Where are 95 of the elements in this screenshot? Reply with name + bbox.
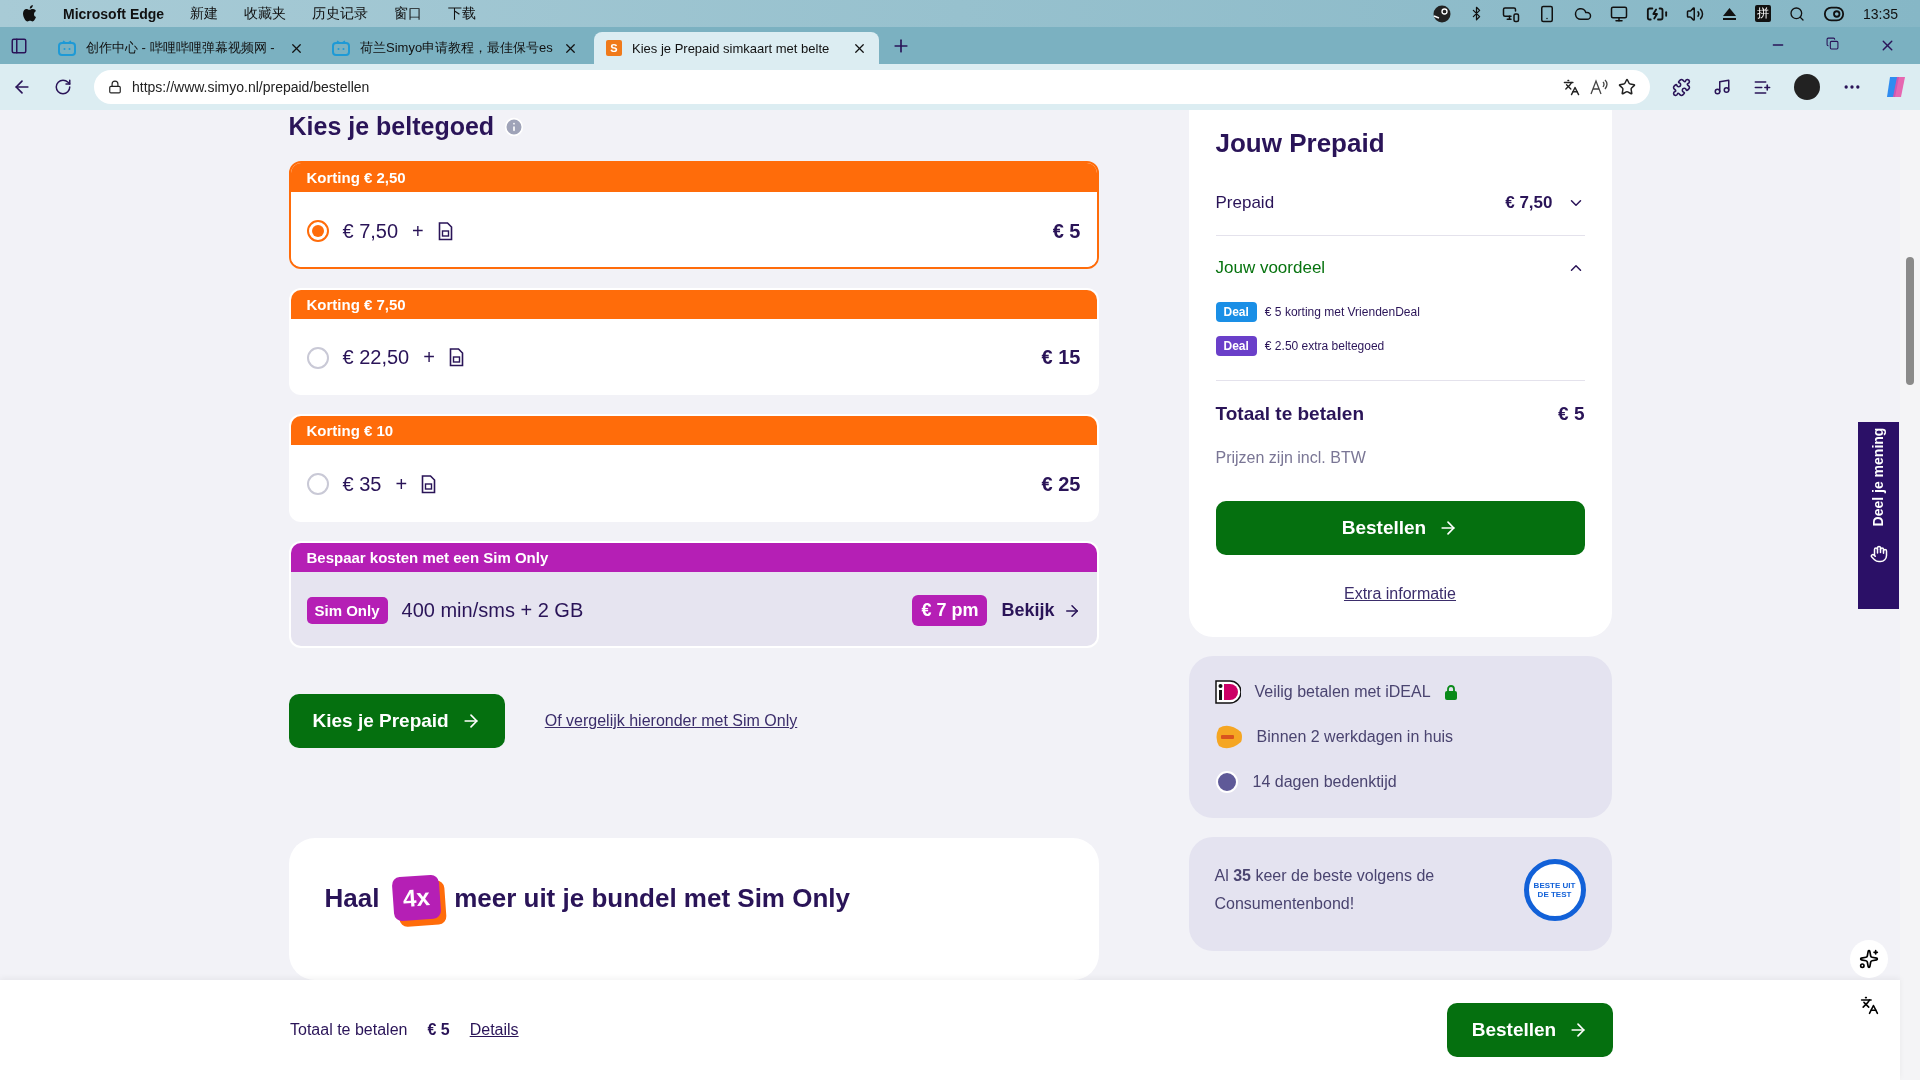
- sidebar-toggle-icon[interactable]: [10, 36, 28, 55]
- order-button[interactable]: Bestellen: [1447, 1003, 1613, 1057]
- benefits-label: Jouw voordeel: [1215, 258, 1326, 278]
- discount-banner: Korting € 2,50: [290, 163, 1097, 192]
- deal-text: € 2.50 extra beltegoed: [1264, 339, 1385, 353]
- trust-text: Binnen 2 werkdagen in huis: [1256, 728, 1454, 746]
- tv-icon: [58, 40, 76, 56]
- copilot-icon[interactable]: [1884, 75, 1908, 99]
- sim-card-icon: [421, 474, 437, 494]
- devices-icon[interactable]: [1501, 4, 1520, 23]
- translate-icon[interactable]: [1563, 78, 1580, 96]
- address-field[interactable]: https://www.simyo.nl/prepaid/bestellen: [94, 70, 1650, 104]
- credit-amount: € 7,50: [342, 219, 399, 243]
- promo-text: Haal: [324, 882, 380, 914]
- browser-tab[interactable]: 荷兰Simyo申请教程，最佳保号es: [320, 32, 590, 64]
- media-icon[interactable]: [1713, 78, 1731, 96]
- promo-text: meer uit je bundel met Sim Only: [454, 882, 850, 914]
- lock-icon: [108, 80, 122, 94]
- plus-sign: +: [412, 219, 424, 243]
- favorite-icon[interactable]: [1618, 78, 1636, 96]
- display-icon[interactable]: [1609, 4, 1628, 23]
- plus-sign: +: [395, 472, 408, 496]
- extra-info-link[interactable]: Extra informatie: [1343, 585, 1456, 602]
- total-amount: € 5: [427, 1021, 450, 1039]
- award-text: Al 35 keer de beste volgens de Consumentenbond!: [1214, 866, 1436, 914]
- credit-amount: € 35: [342, 472, 382, 496]
- credit-option-card[interactable]: Korting € 10 € 35 + € 25: [288, 414, 1099, 522]
- credit-option-card[interactable]: Korting € 2,50 € 7,50 + € 5: [288, 161, 1099, 269]
- ideal-logo-icon: [1214, 680, 1241, 704]
- padlock-icon: [1444, 684, 1457, 700]
- discount-banner: Korting € 7,50: [290, 289, 1097, 319]
- input-method-indicator[interactable]: 拼: [1754, 5, 1771, 22]
- total-label: Totaal te betalen: [290, 1021, 408, 1039]
- app-name: Microsoft Edge: [63, 5, 165, 22]
- view-link[interactable]: Bekijk: [1001, 600, 1081, 621]
- menu-item[interactable]: 下载: [448, 4, 477, 23]
- deal-badge: Deal: [1215, 302, 1257, 322]
- sim-card-icon: [448, 348, 464, 367]
- radio-button[interactable]: [306, 220, 329, 242]
- radio-button[interactable]: [306, 346, 329, 369]
- sparkle-button[interactable]: [1850, 940, 1888, 978]
- menu-item[interactable]: 新建: [190, 4, 219, 23]
- vat-note: Prijzen zijn incl. BTW: [1215, 449, 1367, 467]
- option-price: € 5: [1052, 219, 1081, 243]
- total-label: Totaal te betalen: [1215, 403, 1364, 425]
- restore-icon[interactable]: [1826, 37, 1839, 50]
- steam-icon[interactable]: [1432, 4, 1451, 23]
- tv-icon: [332, 40, 350, 56]
- clock-time: 13:35: [1862, 5, 1898, 22]
- price-badge: € 7 pm: [912, 595, 988, 626]
- site-favicon: S: [606, 40, 622, 56]
- scrollbar-thumb[interactable]: [1906, 257, 1914, 385]
- sim-only-banner: Bespaar kosten met een Sim Only: [290, 542, 1097, 572]
- apple-icon: [22, 5, 37, 22]
- radio-button[interactable]: [306, 473, 329, 495]
- trust-text: Veilig betalen met iDEAL: [1254, 683, 1431, 701]
- search-icon[interactable]: [1788, 5, 1805, 22]
- sparkle-icon: [1859, 949, 1879, 969]
- feedback-tab[interactable]: Deel je mening: [1858, 422, 1899, 609]
- extensions-icon[interactable]: [1672, 77, 1691, 97]
- option-price: € 25: [1041, 472, 1081, 496]
- option-price: € 15: [1041, 346, 1081, 369]
- order-button[interactable]: Bestellen: [1215, 501, 1585, 555]
- trust-text: 14 dagen bedenktijd: [1252, 773, 1397, 791]
- discount-banner: Korting € 10: [290, 416, 1097, 445]
- credit-option-card[interactable]: Korting € 7,50 € 22,50 + € 15: [288, 287, 1099, 395]
- menu-item[interactable]: 窗口: [394, 4, 423, 23]
- hand-icon: [1869, 544, 1888, 563]
- sim-only-badge: Sim Only: [306, 597, 388, 624]
- credit-amount: € 22,50: [342, 346, 410, 369]
- total-amount: € 5: [1558, 403, 1585, 425]
- line-label: Prepaid: [1215, 193, 1275, 213]
- browser-tab[interactable]: 创作中心 - 哔哩哔哩弹幕视频网 -: [46, 32, 316, 64]
- volume-icon[interactable]: [1685, 4, 1704, 23]
- section-heading: Kies je beltegoed: [288, 112, 495, 141]
- line-amount: € 7,50: [1505, 193, 1553, 213]
- reload-icon[interactable]: [54, 78, 72, 96]
- eject-icon[interactable]: [1721, 6, 1737, 21]
- compare-link[interactable]: Of vergelijk hieronder met Sim Only: [544, 712, 798, 730]
- summary-title: Jouw Prepaid: [1215, 128, 1386, 159]
- browser-tab[interactable]: S Kies je Prepaid simkaart met belte: [594, 32, 879, 64]
- test-seal: BESTE UIT DE TEST: [1523, 859, 1586, 921]
- choose-prepaid-button[interactable]: Kies je Prepaid: [288, 694, 505, 748]
- menu-item[interactable]: 收藏夹: [244, 4, 287, 23]
- deal-text: € 5 korting met VriendenDeal: [1264, 305, 1420, 319]
- details-link[interactable]: Details: [469, 1021, 519, 1039]
- postnl-logo-icon: [1214, 724, 1243, 750]
- translate-icon: [1859, 995, 1879, 1015]
- plus-sign: +: [423, 346, 435, 369]
- sim-card-icon: [437, 221, 453, 241]
- read-aloud-icon[interactable]: [1590, 79, 1608, 95]
- menu-item[interactable]: 历史记录: [312, 4, 369, 23]
- deal-badge: Deal: [1215, 336, 1257, 356]
- profile-avatar[interactable]: [1794, 74, 1820, 100]
- bundle-text: 400 min/sms + 2 GB: [401, 599, 584, 622]
